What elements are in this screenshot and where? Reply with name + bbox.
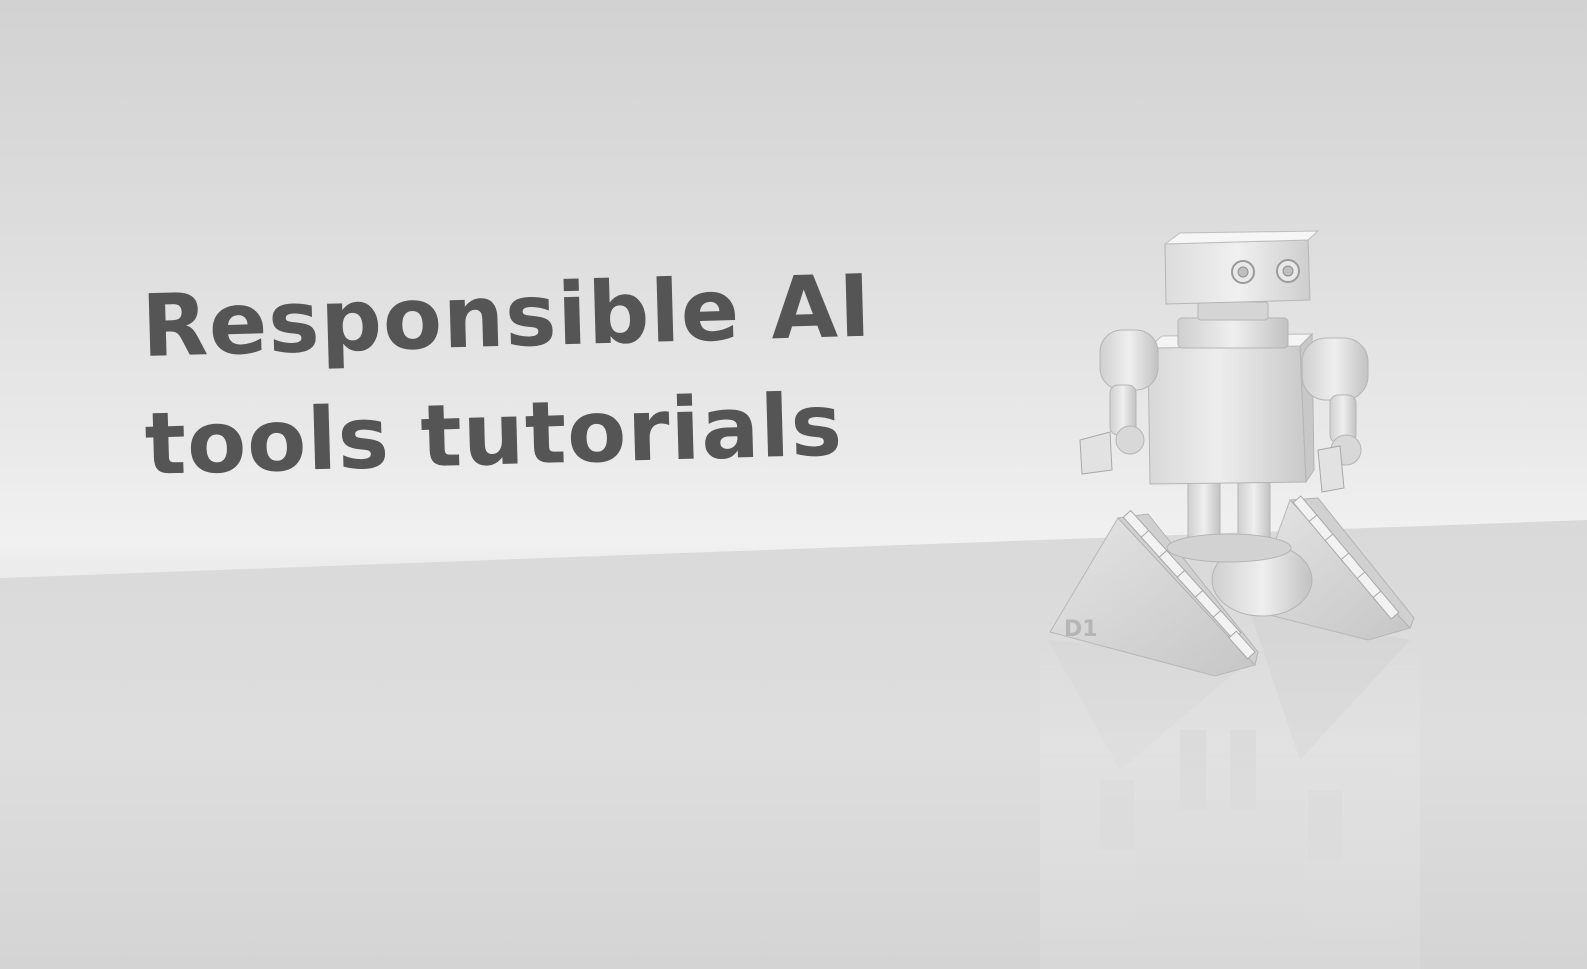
- right-hand-icon: [1317, 445, 1345, 493]
- robot-torso: [1146, 332, 1315, 485]
- hero-banner: Responsible AI tools tutorials D1: [0, 0, 1587, 969]
- robot-head: [1163, 230, 1320, 305]
- robot-illustration: D1: [1040, 230, 1420, 969]
- robot-label: D1: [1064, 617, 1098, 642]
- robot-legs: [1166, 477, 1292, 563]
- robot-neck: [1177, 301, 1289, 349]
- left-hand-icon: [1079, 431, 1113, 475]
- robot-left-arm: [1079, 329, 1159, 475]
